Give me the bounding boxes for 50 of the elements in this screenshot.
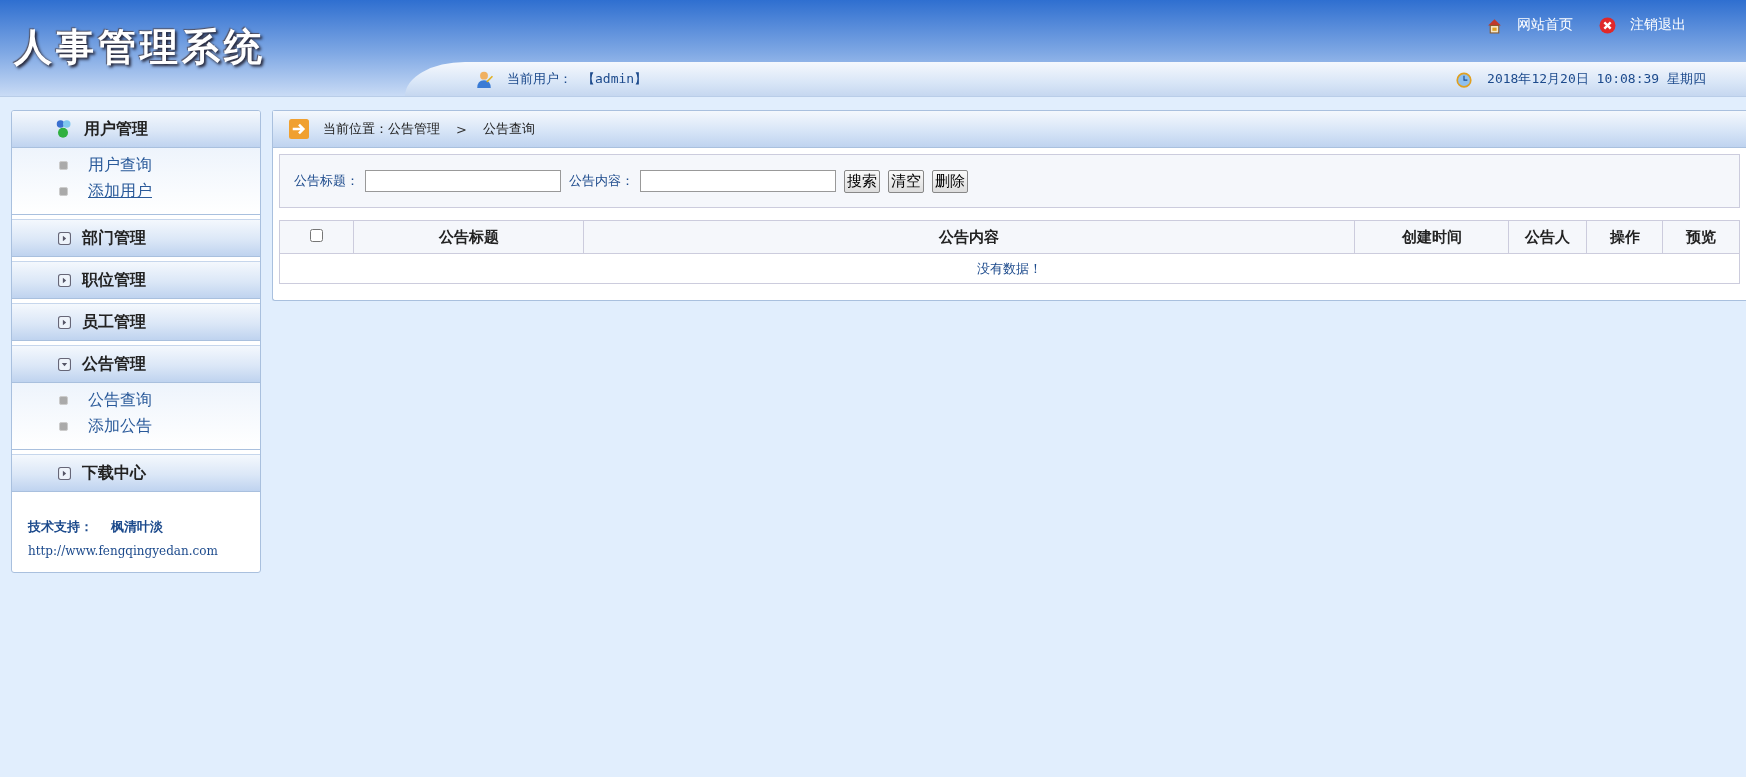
action-button[interactable]: 清空 [888, 169, 924, 193]
current-user-label: 当前用户： [507, 70, 572, 88]
breadcrumb-item: 公告查询 [482, 120, 535, 138]
column-header: 预览 [1662, 220, 1740, 254]
datetime: 2018年12月20日 10:08:39 星期四 [1487, 70, 1706, 88]
action-button[interactable]: 搜索 [844, 169, 880, 193]
expand-icon [58, 273, 71, 287]
current-user: 【admin】 [582, 70, 648, 88]
breadcrumb-label: 当前位置： [323, 120, 388, 138]
input-field[interactable] [365, 170, 561, 192]
menu-item[interactable]: 用户查询 [88, 154, 152, 176]
breadcrumb-item: 公告管理 [388, 120, 440, 138]
menu-item[interactable]: 添加公告 [88, 415, 152, 437]
clock-icon [1455, 70, 1474, 88]
support-link[interactable]: http://www.fengqingyedan.com [28, 544, 260, 558]
user-icon [475, 70, 493, 88]
collapse-icon [58, 357, 71, 371]
bullet-icon [59, 395, 68, 405]
menu-group-header[interactable]: 公告管理 [12, 345, 260, 383]
column-header: 创建时间 [1354, 220, 1509, 254]
logo-title: 人事管理系统 [14, 23, 266, 71]
breadcrumb-separator: > [456, 121, 467, 137]
column-header: 操作 [1586, 220, 1663, 254]
bullet-icon [59, 186, 68, 196]
menu-item[interactable]: 添加用户 [88, 180, 152, 202]
menu-group-header[interactable]: 职位管理 [12, 261, 260, 299]
menu-item[interactable]: 公告查询 [88, 389, 152, 411]
menu-group-header[interactable]: 下载中心 [12, 454, 260, 492]
support-name: 枫清叶淡 [111, 518, 163, 536]
action-button[interactable]: 删除 [932, 169, 968, 193]
select-all-checkbox[interactable] [310, 229, 323, 242]
close-icon [1599, 16, 1616, 34]
expand-icon [58, 466, 71, 480]
house-icon [1486, 16, 1503, 34]
menu-group-header[interactable]: 员工管理 [12, 303, 260, 341]
field-label: 公告标题： [294, 172, 359, 190]
column-header: 公告内容 [583, 220, 1355, 254]
column-header: 公告人 [1508, 220, 1587, 254]
empty-message: 没有数据！ [279, 253, 1740, 284]
expand-icon [58, 315, 71, 329]
expand-icon [58, 231, 71, 245]
bullet-icon [59, 160, 68, 170]
menu-group-header[interactable]: 部门管理 [12, 219, 260, 257]
column-header: 公告标题 [353, 220, 584, 254]
field-label: 公告内容： [569, 172, 634, 190]
input-field[interactable] [640, 170, 836, 192]
header-link[interactable]: 网站首页 [1486, 16, 1573, 34]
bullet-icon [59, 421, 68, 431]
menu-group-header[interactable]: 用户管理 [12, 111, 260, 148]
support-label: 技术支持： [28, 518, 93, 536]
